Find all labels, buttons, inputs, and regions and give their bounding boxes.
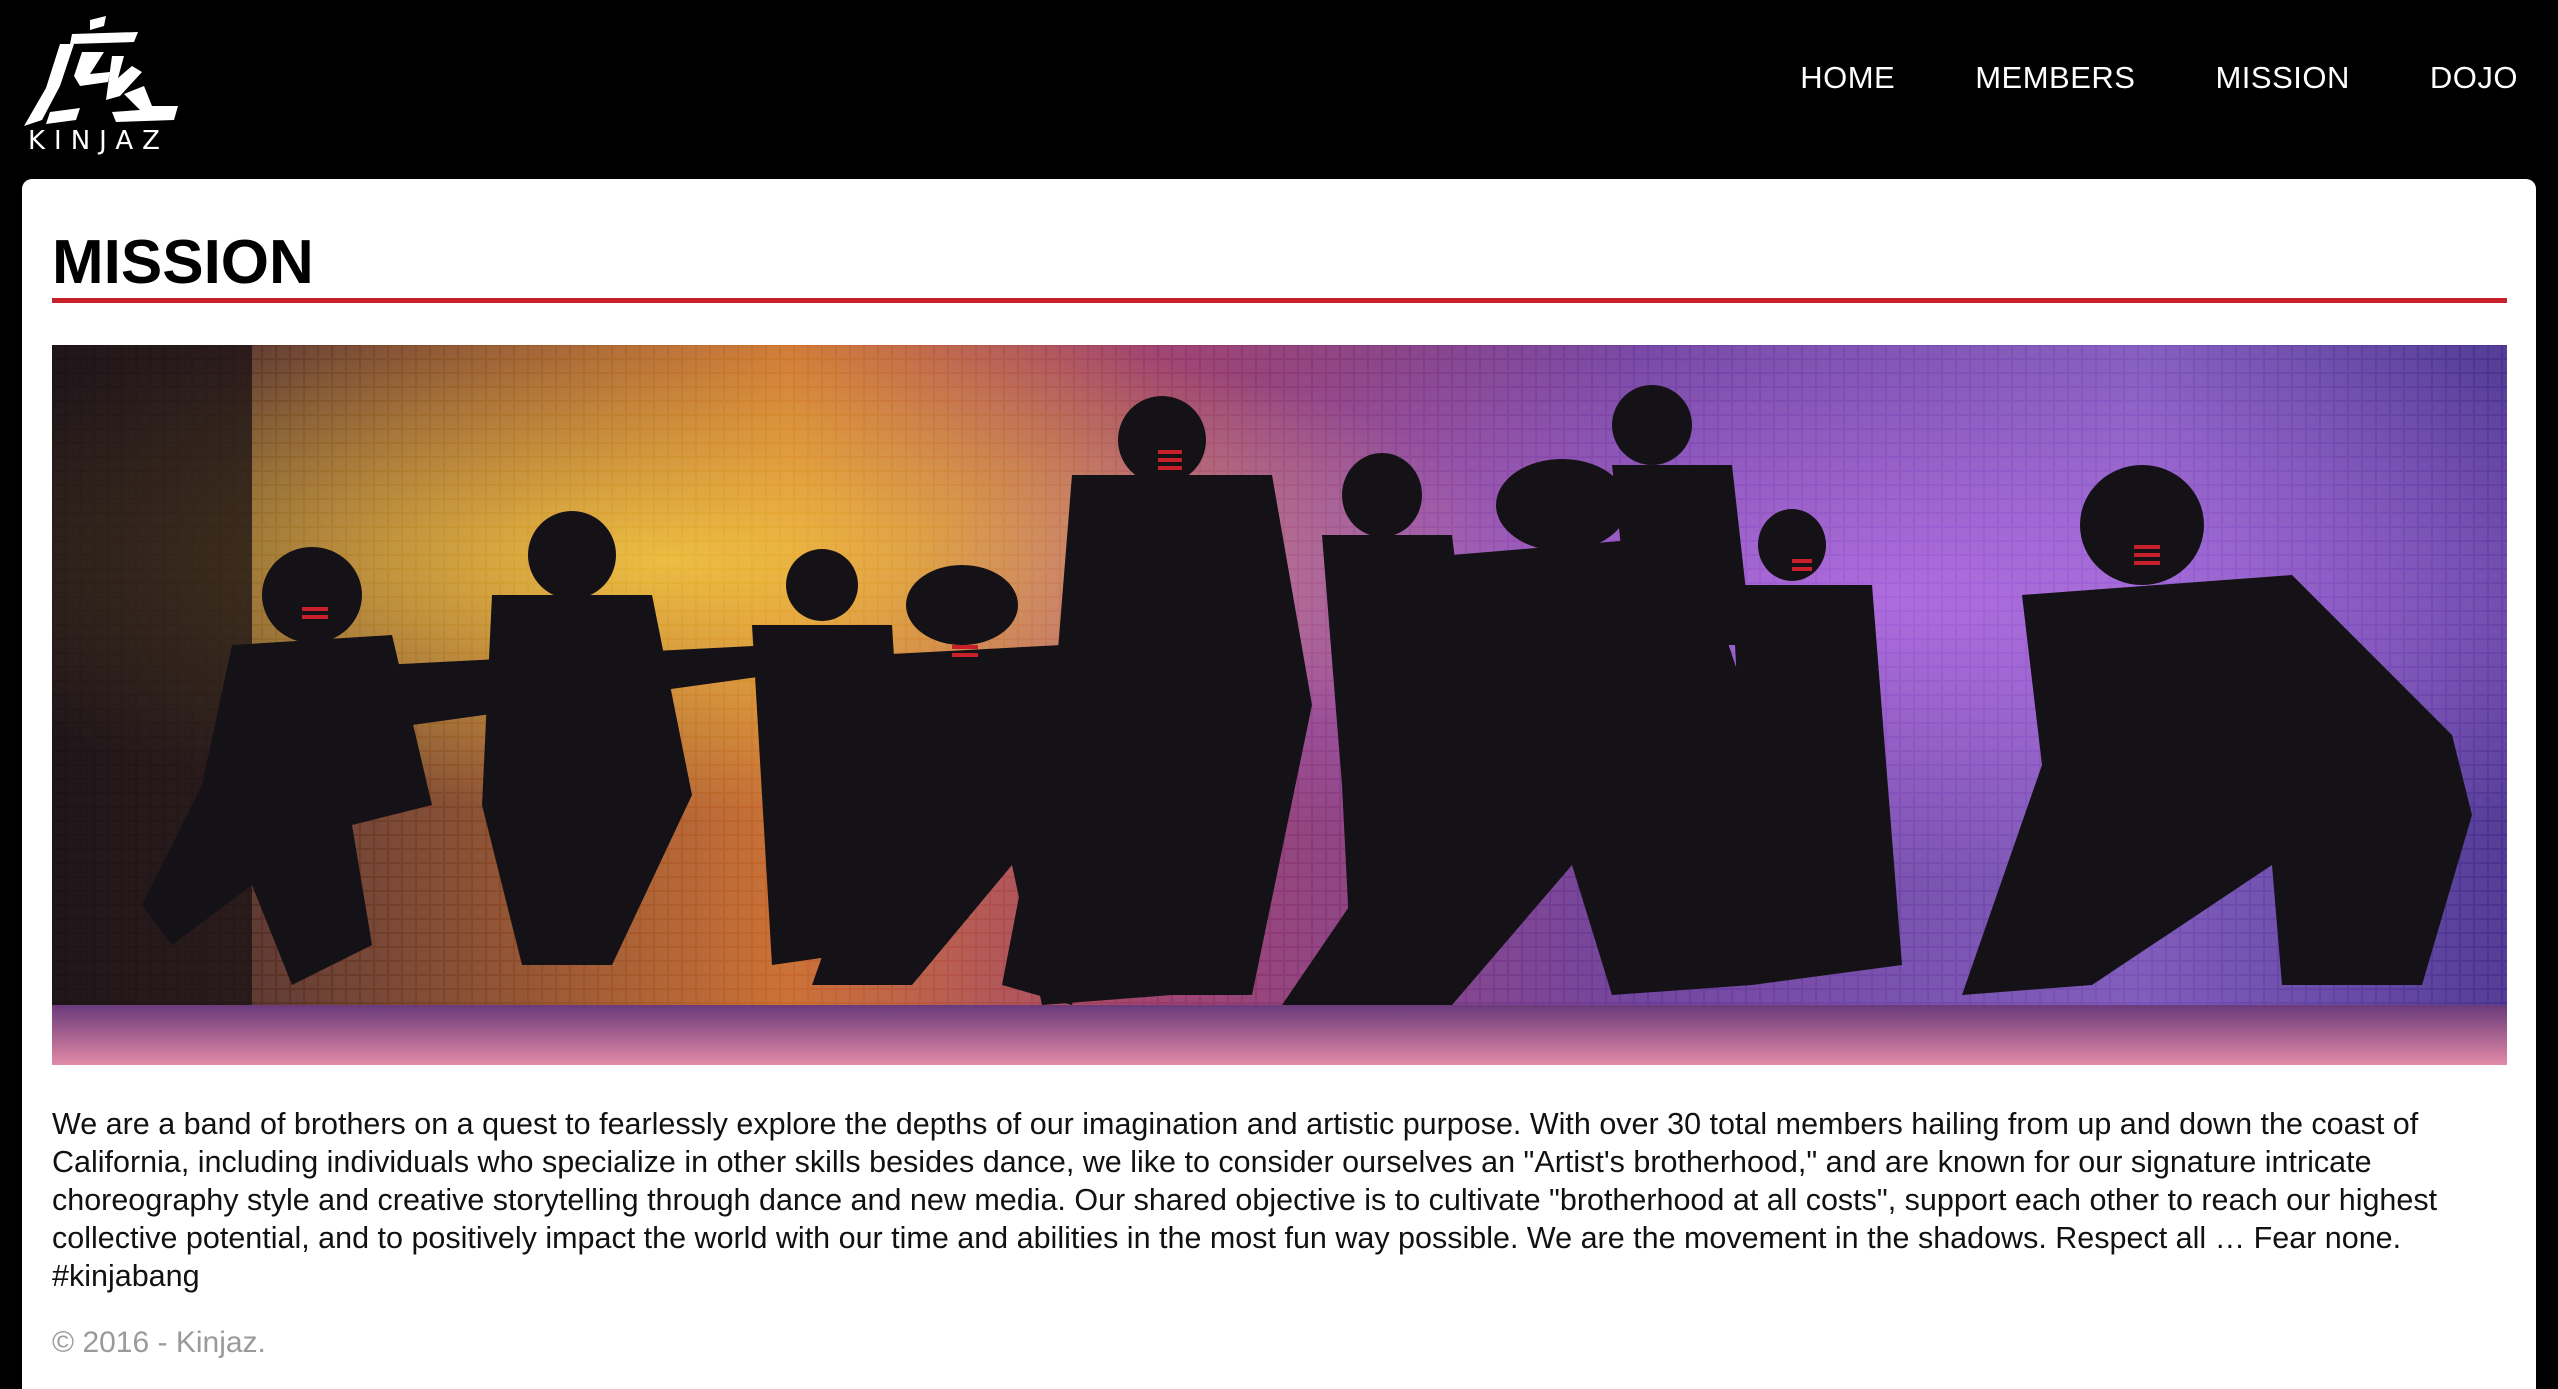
main-nav: HOME MEMBERS MISSION DOJO xyxy=(1760,50,2518,106)
logo-wordmark: KINJAZ xyxy=(28,126,169,156)
kinjaz-logo-icon xyxy=(24,16,178,126)
title-divider xyxy=(52,298,2507,303)
content-card: MISSION We are a band of brothers on a q… xyxy=(22,179,2536,1389)
nav-dojo[interactable]: DOJO xyxy=(2390,50,2518,106)
page-title: MISSION xyxy=(52,228,314,297)
hero-dance-crew-image xyxy=(52,345,2507,1065)
kinjaz-logo[interactable]: KINJAZ xyxy=(20,16,178,156)
footer-copyright: © 2016 - Kinjaz. xyxy=(52,1326,266,1359)
nav-home[interactable]: HOME xyxy=(1760,50,1935,106)
site-header: KINJAZ HOME MEMBERS MISSION DOJO xyxy=(0,0,2558,178)
page: KINJAZ HOME MEMBERS MISSION DOJO MISSION xyxy=(0,0,2558,1389)
nav-members[interactable]: MEMBERS xyxy=(1935,50,2175,106)
mission-statement: We are a band of brothers on a quest to … xyxy=(52,1107,2438,1293)
nav-mission[interactable]: MISSION xyxy=(2175,50,2389,106)
hero-illustration xyxy=(52,345,2507,1065)
